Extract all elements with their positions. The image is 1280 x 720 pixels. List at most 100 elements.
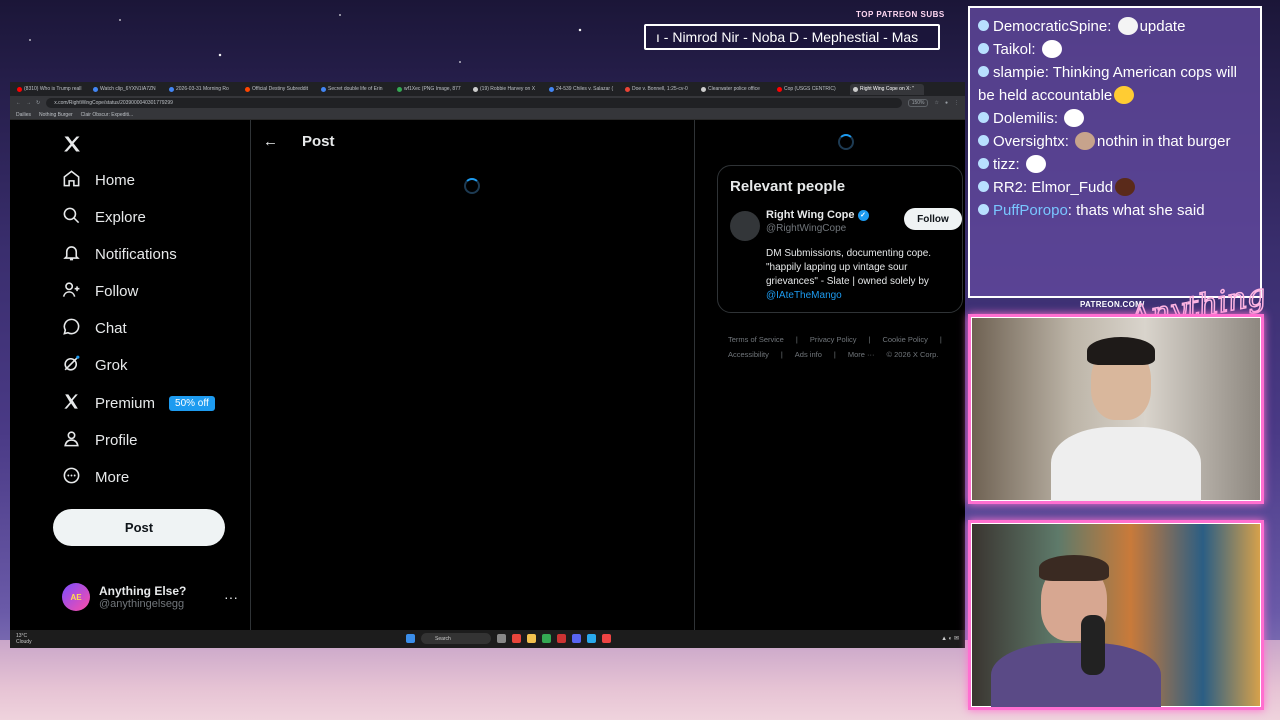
chat-username[interactable]: PuffPoropo <box>993 202 1068 219</box>
post-compose-button[interactable]: Post <box>53 509 225 546</box>
tab-label: Watch clip_6YXN1IA7ZN <box>100 86 156 92</box>
task-view-icon[interactable] <box>497 634 506 643</box>
verified-badge-icon: ✓ <box>857 209 869 221</box>
start-icon[interactable] <box>406 634 415 643</box>
chat-message: PuffPoropo: thats what she said <box>978 199 1252 222</box>
folder-icon[interactable] <box>527 634 536 643</box>
footer-link[interactable]: © 2026 X Corp. <box>887 350 939 359</box>
account-switcher[interactable]: AE Anything Else? @anythingelsegg ··· <box>62 583 238 611</box>
streamer-body <box>1051 427 1201 501</box>
chat-username[interactable]: Taikol <box>993 41 1031 58</box>
footer-link[interactable]: Cookie Policy <box>882 335 927 344</box>
chat-badge-icon <box>978 158 989 169</box>
chat-username[interactable]: tizz <box>993 156 1016 173</box>
page-title: Post <box>302 133 335 150</box>
patreon-top-label: TOP PATREON SUBS <box>856 10 945 19</box>
sidebar-item-chat[interactable]: Chat <box>62 316 127 340</box>
browser-tab[interactable]: Watch clip_6YXN1IA7ZN <box>90 84 164 95</box>
chat-username[interactable]: Dolemilis <box>993 110 1054 127</box>
chat-message: tizz: <box>978 153 1252 176</box>
system-tray[interactable]: ▲ ◐ ✉ <box>941 635 959 642</box>
sidebar-item-grok[interactable]: Grok <box>62 353 128 377</box>
browser-tab[interactable]: (19) Robbie Harvey on X <box>470 84 544 95</box>
account-name: Anything Else? <box>99 584 187 598</box>
telegram-icon[interactable] <box>587 634 596 643</box>
browser-tab[interactable]: Cop (USGS CENTRIC) <box>774 84 848 95</box>
sidebar-item-follow[interactable]: Follow <box>62 279 138 303</box>
footer-link[interactable]: Privacy Policy <box>810 335 857 344</box>
forward-arrow-icon[interactable]: → <box>26 100 31 106</box>
chat-icon <box>62 317 81 340</box>
taskbar-search[interactable]: Search <box>421 633 491 644</box>
more-dots-icon[interactable]: ··· <box>224 589 238 605</box>
chat-badge-icon <box>978 43 989 54</box>
chat-emote-icon <box>1025 155 1046 173</box>
discord-icon[interactable] <box>572 634 581 643</box>
app-icon[interactable] <box>542 634 551 643</box>
browser-tab[interactable]: Secret double life of Erin <box>318 84 392 95</box>
sidebar-item-profile[interactable]: Profile <box>62 428 138 452</box>
address-bar-row: ← → ↻ x.com/RightWingCope/status/2039000… <box>10 96 965 110</box>
account-handle: @anythingelsegg <box>99 598 185 610</box>
sidebar-item-premium[interactable]: Premium 50% off <box>62 391 215 415</box>
browser-icon[interactable] <box>512 634 521 643</box>
tab-label: 2026-03-31 Morning Ro <box>176 86 229 92</box>
mention-link[interactable]: @IAteTheMango <box>766 289 950 303</box>
sidebar-item-notifications[interactable]: Notifications <box>62 242 177 266</box>
bookmark-item[interactable]: Clair Obscur: Expediti... <box>81 112 134 118</box>
footer-link[interactable]: Ads info <box>795 350 822 359</box>
chat-badge-icon <box>978 20 989 31</box>
zoom-indicator[interactable]: 150% <box>907 99 929 107</box>
browser-tab[interactable]: Official Destiny Subreddit <box>242 84 316 95</box>
streamer-hair <box>1087 337 1155 365</box>
person-name[interactable]: Right Wing Cope ✓ <box>766 209 869 221</box>
chat-emote-icon <box>1075 132 1096 150</box>
tab-favicon-icon <box>701 86 706 92</box>
tab-favicon-icon <box>169 86 174 92</box>
back-arrow-icon[interactable]: ← <box>16 100 21 106</box>
footer-link[interactable]: More ··· <box>848 350 875 359</box>
chat-username[interactable]: slampie <box>993 64 1045 81</box>
menu-icon[interactable]: ⋮ <box>954 100 959 106</box>
weather-widget[interactable]: 13°C Cloudy <box>16 633 32 645</box>
sidebar-item-explore[interactable]: Explore <box>62 205 146 229</box>
browser-tab[interactable]: 24-539 Chiles v. Salazar ( <box>546 84 620 95</box>
home-icon <box>62 169 81 192</box>
tab-label: Doe v. Bonnell, 1:25-cv-0 <box>632 86 688 92</box>
x-logo-icon[interactable] <box>62 134 82 159</box>
browser-tab[interactable]: (8310) Who is Trump reall <box>14 84 88 95</box>
tab-label: Right Wing Cope on X: " <box>860 86 915 92</box>
bookmark-item[interactable]: Dailies <box>16 112 31 118</box>
browser-tab[interactable]: Right Wing Cope on X: " <box>850 83 924 95</box>
x-premium-icon <box>62 392 81 415</box>
chat-username[interactable]: Oversightx <box>993 133 1065 150</box>
tab-favicon-icon <box>473 86 478 92</box>
browser-tab[interactable]: Doe v. Bonnell, 1:25-cv-0 <box>622 84 696 95</box>
reload-icon[interactable]: ↻ <box>36 100 40 106</box>
chat-username[interactable]: DemocraticSpine <box>993 18 1107 35</box>
sidebar-item-home[interactable]: Home <box>62 168 135 192</box>
x-left-sidebar: Home Explore Notifications Follow Chat Grok Pr… <box>10 120 251 630</box>
star-icon[interactable]: ☆ <box>934 100 938 106</box>
avatar[interactable] <box>730 211 760 241</box>
tab-label: (19) Robbie Harvey on X <box>480 86 536 92</box>
avatar: AE <box>62 583 90 611</box>
browser-tab[interactable]: wf1Xec (PNG Image, 877 <box>394 84 468 95</box>
browser-tab[interactable]: 2026-03-31 Morning Ro <box>166 84 240 95</box>
extensions-icon[interactable]: ● <box>945 100 948 106</box>
footer-links: Terms of Service | Privacy Policy | Cookie P… <box>728 335 948 359</box>
loading-spinner-icon <box>838 134 854 150</box>
bookmark-item[interactable]: Nothing Burger <box>39 112 73 118</box>
chat-username[interactable]: RR2 <box>993 179 1023 196</box>
tab-favicon-icon <box>777 86 782 92</box>
follow-button[interactable]: Follow <box>904 208 962 230</box>
sidebar-item-more[interactable]: More <box>62 465 129 489</box>
app-icon[interactable] <box>557 634 566 643</box>
url-field[interactable]: x.com/RightWingCope/status/2039000040301… <box>46 98 902 108</box>
browser-tab[interactable]: Clearwater police office <box>698 84 772 95</box>
app-icon[interactable] <box>602 634 611 643</box>
more-icon <box>62 466 81 489</box>
footer-link[interactable]: Accessibility <box>728 350 769 359</box>
back-arrow-icon[interactable]: ← <box>263 133 278 150</box>
footer-link[interactable]: Terms of Service <box>728 335 784 344</box>
